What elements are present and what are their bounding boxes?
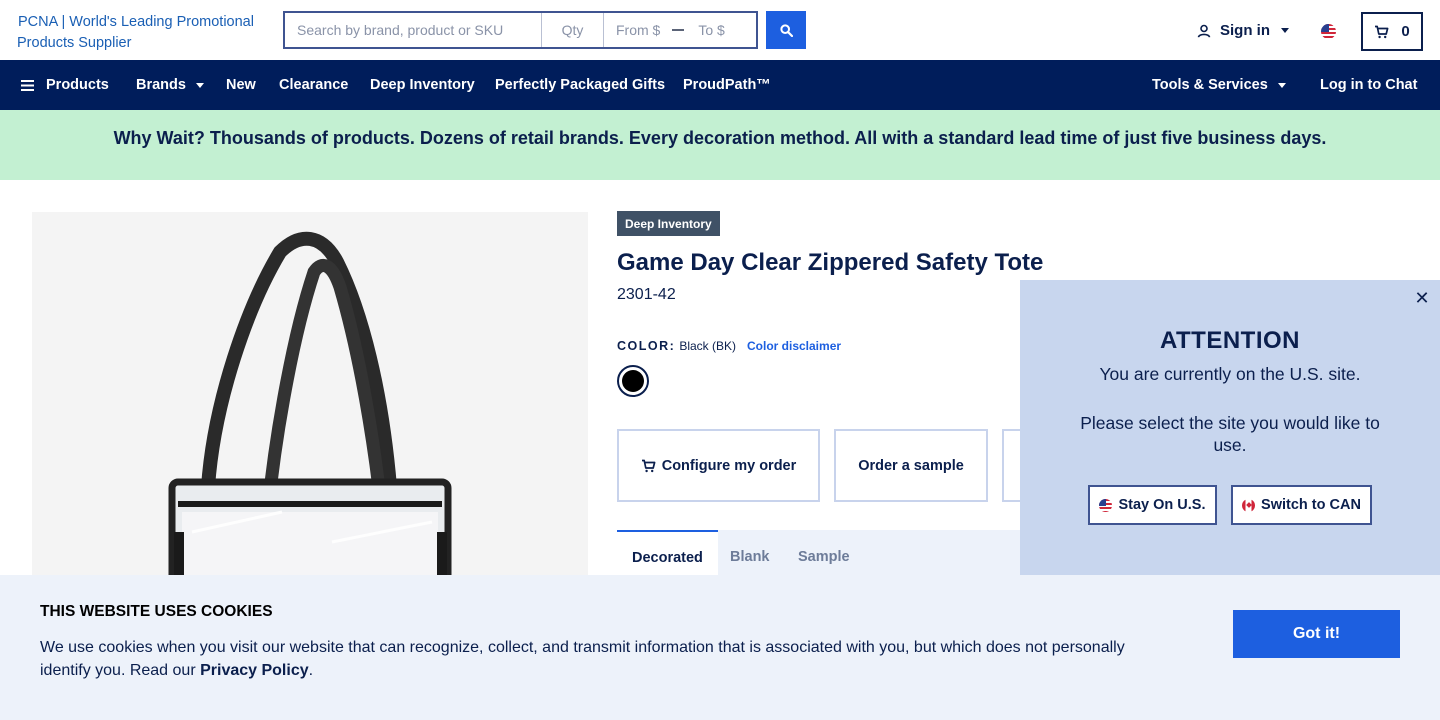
chevron-down-icon: [1281, 28, 1289, 33]
cookie-text-end: .: [308, 662, 314, 679]
tab-sample[interactable]: Sample: [798, 530, 850, 575]
switch-to-can-label: Switch to CAN: [1261, 497, 1361, 513]
deep-inventory-badge: Deep Inventory: [617, 211, 720, 236]
nav-log-in-to-chat[interactable]: Log in to Chat: [1320, 60, 1417, 110]
dialog-line-select-site: Please select the site you would like to…: [1080, 413, 1380, 455]
qty-placeholder: Qty: [561, 22, 584, 38]
canada-flag-icon: [1242, 498, 1256, 512]
tab-decorated[interactable]: Decorated: [617, 530, 718, 575]
menu-icon: [21, 79, 34, 91]
site-logo[interactable]: PCNA | World's Leading Promotional Produ…: [17, 12, 267, 54]
order-sample-label: Order a sample: [858, 457, 964, 474]
nav-products-label: Products: [46, 77, 109, 93]
cart-icon: [641, 459, 656, 472]
main-nav: Products Brands New Clearance Deep Inven…: [0, 60, 1440, 110]
color-swatch-black[interactable]: [617, 365, 649, 397]
us-flag-icon[interactable]: [1321, 24, 1336, 39]
close-icon[interactable]: ✕: [1414, 289, 1430, 307]
switch-to-can-button[interactable]: Switch to CAN: [1231, 485, 1372, 525]
cart-button[interactable]: 0: [1361, 12, 1423, 51]
cart-icon: [1375, 25, 1389, 38]
tote-bag-image: [168, 231, 452, 612]
product-title: Game Day Clear Zippered Safety Tote: [617, 249, 1044, 276]
sign-in-menu[interactable]: Sign in: [1197, 22, 1289, 39]
tab-blank[interactable]: Blank: [730, 530, 770, 575]
site-header: PCNA | World's Leading Promotional Produ…: [0, 0, 1440, 60]
search-button[interactable]: [766, 11, 806, 49]
us-flag-icon: [1099, 498, 1113, 512]
chevron-down-icon: [1277, 82, 1286, 88]
nav-perfectly-packaged-gifts[interactable]: Perfectly Packaged Gifts: [495, 60, 665, 110]
nav-proudpath[interactable]: ProudPath™: [683, 60, 771, 110]
qty-input[interactable]: Qty: [542, 13, 604, 47]
search-input[interactable]: Search by brand, product or SKU: [285, 13, 542, 47]
nav-deep-inventory[interactable]: Deep Inventory: [370, 60, 475, 110]
promo-text: Why Wait? Thousands of products. Dozens …: [113, 128, 1327, 148]
order-sample-button[interactable]: Order a sample: [834, 429, 988, 502]
accept-cookies-button[interactable]: Got it!: [1233, 610, 1400, 658]
nav-brands-label: Brands: [136, 77, 186, 93]
color-disclaimer-link[interactable]: Color disclaimer: [747, 339, 841, 353]
search-icon: [779, 23, 793, 37]
cookie-banner: THIS WEBSITE USES COOKIES We use cookies…: [0, 575, 1440, 720]
color-selector-label: COLOR: Black (BK) Color disclaimer: [617, 339, 841, 353]
cart-count: 0: [1401, 23, 1410, 40]
configure-order-label: Configure my order: [661, 457, 797, 474]
configure-order-button[interactable]: Configure my order: [617, 429, 820, 502]
site-selection-dialog: ✕ ATTENTION You are currently on the U.S…: [1020, 280, 1440, 575]
swatch-fill: [622, 370, 644, 392]
nav-products[interactable]: Products: [21, 60, 109, 110]
dialog-line-current-site: You are currently on the U.S. site.: [1099, 364, 1361, 384]
nav-brands[interactable]: Brands: [136, 60, 204, 110]
dialog-message: You are currently on the U.S. site. Plea…: [1080, 363, 1380, 483]
chevron-down-icon: [195, 82, 204, 88]
cookie-title: THIS WEBSITE USES COOKIES: [40, 603, 273, 620]
product-sku: 2301-42: [617, 286, 676, 303]
price-to-input[interactable]: To $: [698, 22, 724, 38]
sign-in-label: Sign in: [1220, 22, 1270, 39]
stay-on-us-button[interactable]: Stay On U.S.: [1088, 485, 1217, 525]
product-image[interactable]: [32, 212, 588, 612]
color-label: COLOR:: [617, 339, 676, 353]
search-placeholder: Search by brand, product or SKU: [297, 22, 504, 38]
color-value: Black (BK): [679, 339, 736, 353]
promo-banner: Why Wait? Thousands of products. Dozens …: [0, 110, 1440, 180]
range-dash: [672, 29, 685, 31]
price-range: From $ To $: [604, 13, 756, 47]
nav-new[interactable]: New: [226, 60, 256, 110]
dialog-title: ATTENTION: [1159, 327, 1301, 354]
cookie-text: We use cookies when you visit our websit…: [40, 636, 1150, 682]
user-icon: [1197, 24, 1211, 38]
logo-alt-text: PCNA | World's Leading Promotional Produ…: [17, 14, 254, 51]
nav-tools-label: Tools & Services: [1152, 77, 1268, 93]
stay-on-us-label: Stay On U.S.: [1118, 497, 1206, 513]
nav-tools-services[interactable]: Tools & Services: [1152, 60, 1286, 110]
nav-clearance[interactable]: Clearance: [279, 60, 348, 110]
privacy-policy-link[interactable]: Privacy Policy: [200, 662, 309, 679]
search-bar: Search by brand, product or SKU Qty From…: [283, 11, 758, 49]
price-from-input[interactable]: From $: [616, 22, 660, 38]
